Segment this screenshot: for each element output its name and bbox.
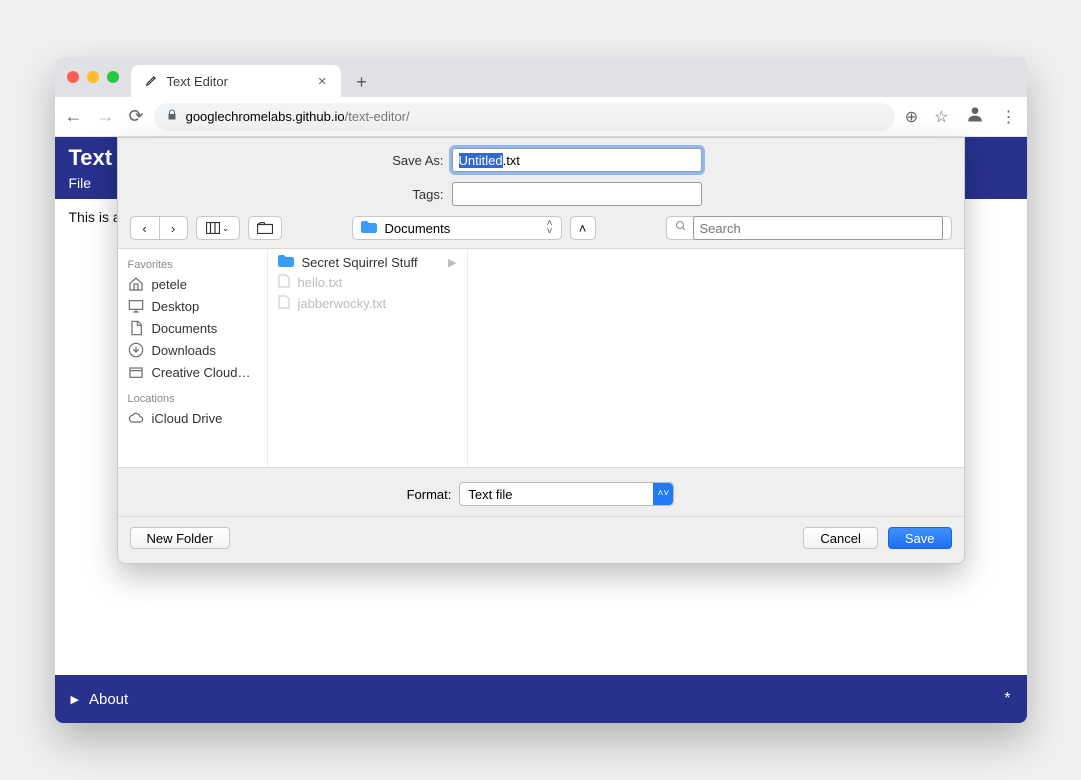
cloud-icon bbox=[128, 410, 144, 426]
cancel-button[interactable]: Cancel bbox=[803, 527, 877, 549]
format-label: Format: bbox=[407, 487, 452, 502]
forward-button[interactable]: → bbox=[97, 106, 115, 127]
folder-icon bbox=[278, 255, 294, 270]
save-dialog: Save As: Tags: ‹ › ⌄ bbox=[117, 137, 965, 564]
tab-bar: Text Editor × + bbox=[55, 57, 1027, 97]
group-button[interactable] bbox=[248, 216, 282, 240]
sidebar-item-label: petele bbox=[152, 277, 187, 292]
toolbar-right: ⊕ ☆ ⋮ bbox=[905, 104, 1017, 129]
format-row: Format: Text file ˄˅ bbox=[118, 468, 964, 516]
expand-button[interactable]: ˄ bbox=[570, 216, 596, 240]
browser-toolbar: ← → ⟳ googlechromelabs.github.io/text-ed… bbox=[55, 97, 1027, 137]
favorites-heading: Favorites bbox=[122, 255, 263, 273]
folder-item[interactable]: Secret Squirrel Stuff ▶ bbox=[268, 253, 467, 272]
close-tab-icon[interactable]: × bbox=[318, 73, 327, 90]
window-controls bbox=[67, 57, 131, 97]
sidebar-item-petele[interactable]: petele bbox=[122, 273, 263, 295]
tags-input[interactable] bbox=[452, 182, 702, 206]
format-value: Text file bbox=[468, 487, 512, 502]
finder-toolbar: ‹ › ⌄ Documents ˄˅ bbox=[118, 206, 964, 248]
profile-icon[interactable] bbox=[965, 104, 985, 129]
text-editor-app: Text File This is a n Save As: Tags: ‹ › bbox=[55, 137, 1027, 675]
pencil-icon bbox=[145, 73, 159, 90]
save-as-input[interactable] bbox=[452, 148, 702, 172]
lock-icon bbox=[166, 109, 178, 124]
desktop-icon bbox=[128, 298, 144, 314]
sidebar-item-label: Desktop bbox=[152, 299, 200, 314]
save-button[interactable]: Save bbox=[888, 527, 952, 549]
locations-heading: Locations bbox=[122, 389, 263, 407]
location-popup[interactable]: Documents ˄˅ bbox=[352, 216, 562, 240]
columns-view-icon[interactable]: ⌄ bbox=[197, 217, 239, 239]
download-icon bbox=[128, 342, 144, 358]
location-label: Documents bbox=[385, 221, 451, 236]
new-folder-button[interactable]: New Folder bbox=[130, 527, 230, 549]
menu-icon[interactable]: ⋮ bbox=[1001, 107, 1017, 127]
back-button[interactable]: ← bbox=[65, 106, 83, 127]
home-icon bbox=[128, 276, 144, 292]
entry-label: hello.txt bbox=[298, 275, 343, 290]
sidebar-item-label: Creative Cloud… bbox=[152, 365, 251, 380]
file-icon bbox=[278, 295, 290, 312]
column-2 bbox=[468, 249, 964, 467]
file-item: jabberwocky.txt bbox=[268, 293, 467, 314]
zoom-window-icon[interactable] bbox=[107, 71, 119, 83]
updown-icon: ˄˅ bbox=[547, 220, 553, 236]
url-text: googlechromelabs.github.io/text-editor/ bbox=[186, 109, 410, 124]
file-icon bbox=[278, 274, 290, 291]
app-footer: ▶ About * bbox=[55, 675, 1027, 723]
chevron-right-icon: ▶ bbox=[448, 256, 456, 269]
folder-icon bbox=[361, 221, 377, 236]
history-nav: ‹ › bbox=[130, 216, 188, 240]
finder-forward-button[interactable]: › bbox=[159, 217, 187, 239]
browser-window: Text Editor × + ← → ⟳ googlechromelabs.g… bbox=[55, 57, 1027, 723]
doc-icon bbox=[128, 320, 144, 336]
sidebar-item-creative-cloud-[interactable]: Creative Cloud… bbox=[122, 361, 263, 383]
tab-title: Text Editor bbox=[167, 74, 228, 89]
cloudbox-icon bbox=[128, 364, 144, 380]
new-tab-button[interactable]: + bbox=[347, 67, 377, 97]
search-icon bbox=[675, 219, 687, 237]
save-as-row: Save As: bbox=[118, 138, 964, 172]
sidebar-item-label: Downloads bbox=[152, 343, 216, 358]
entry-label: jabberwocky.txt bbox=[298, 296, 387, 311]
about-link[interactable]: About bbox=[89, 691, 128, 708]
sidebar-item-downloads[interactable]: Downloads bbox=[122, 339, 263, 361]
close-window-icon[interactable] bbox=[67, 71, 79, 83]
select-caret-icon: ˄˅ bbox=[653, 483, 673, 505]
install-app-icon[interactable]: ⊕ bbox=[905, 107, 918, 127]
search-input[interactable] bbox=[693, 216, 943, 240]
file-browser: Favorites petele Desktop Documents Download… bbox=[118, 248, 964, 468]
sidebar-item-desktop[interactable]: Desktop bbox=[122, 295, 263, 317]
view-mode[interactable]: ⌄ bbox=[196, 216, 240, 240]
finder-search[interactable] bbox=[666, 216, 952, 240]
disclosure-icon[interactable]: ▶ bbox=[71, 693, 79, 706]
dialog-buttons: New Folder Cancel Save bbox=[118, 516, 964, 551]
browser-tab[interactable]: Text Editor × bbox=[131, 65, 341, 97]
finder-sidebar: Favorites petele Desktop Documents Download… bbox=[118, 249, 268, 467]
tags-row: Tags: bbox=[118, 172, 964, 206]
entry-label: Secret Squirrel Stuff bbox=[302, 255, 418, 270]
sidebar-item-icloud-drive[interactable]: iCloud Drive bbox=[122, 407, 263, 429]
address-bar[interactable]: googlechromelabs.github.io/text-editor/ bbox=[154, 103, 895, 131]
minimize-window-icon[interactable] bbox=[87, 71, 99, 83]
modified-indicator: * bbox=[1004, 690, 1010, 708]
sidebar-item-label: Documents bbox=[152, 321, 218, 336]
column-1: Secret Squirrel Stuff ▶ hello.txt jabberwoc… bbox=[268, 249, 468, 467]
save-as-label: Save As: bbox=[380, 153, 444, 168]
sidebar-item-documents[interactable]: Documents bbox=[122, 317, 263, 339]
sidebar-item-label: iCloud Drive bbox=[152, 411, 223, 426]
tags-label: Tags: bbox=[380, 187, 444, 202]
file-item: hello.txt bbox=[268, 272, 467, 293]
format-select[interactable]: Text file ˄˅ bbox=[459, 482, 674, 506]
bookmark-icon[interactable]: ☆ bbox=[934, 107, 948, 127]
reload-button[interactable]: ⟳ bbox=[129, 106, 144, 127]
finder-back-button[interactable]: ‹ bbox=[131, 217, 159, 239]
